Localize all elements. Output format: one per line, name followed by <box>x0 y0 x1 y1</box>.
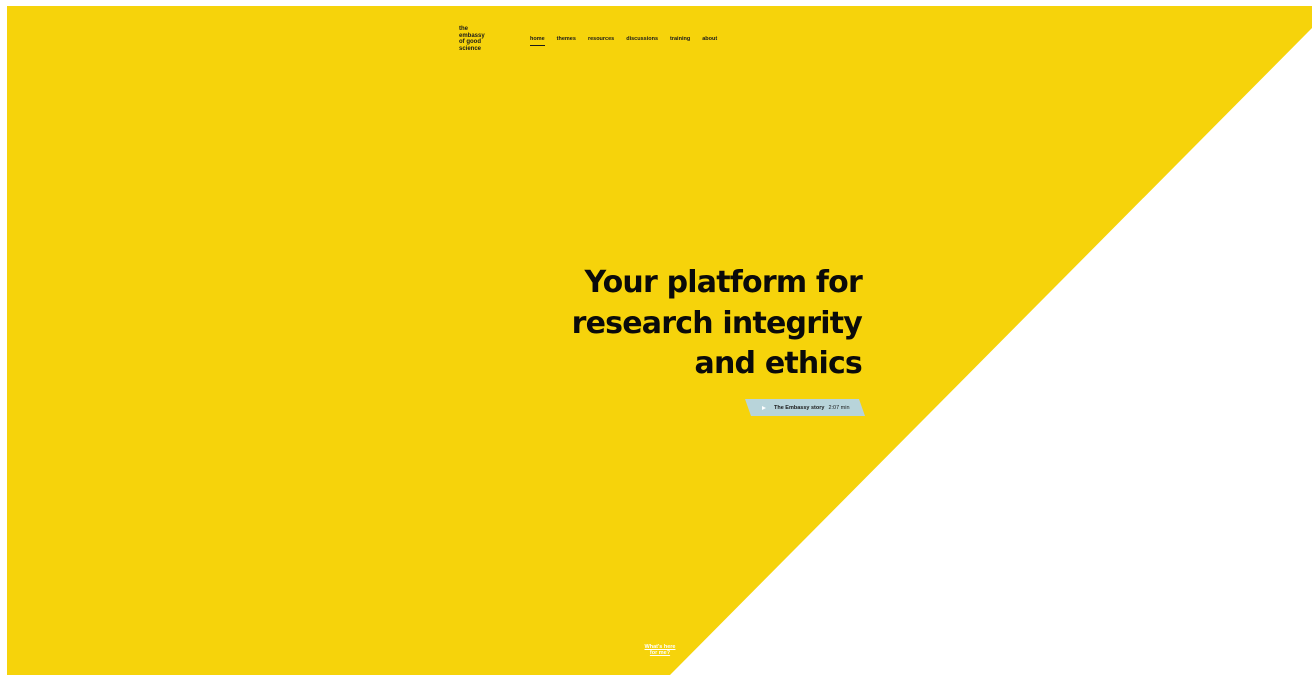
main-nav: home themes resources discussions traini… <box>530 36 717 46</box>
hero-title-line: Your platform for <box>584 265 862 300</box>
nav-item-home[interactable]: home <box>530 36 545 46</box>
logo-line: science <box>459 45 482 52</box>
whats-here-line: for me? <box>649 650 671 656</box>
hero-title-line: research integrity <box>571 305 863 341</box>
play-icon <box>762 405 766 410</box>
nav-item-about[interactable]: about <box>702 36 717 42</box>
nav-item-discussions[interactable]: discussions <box>626 36 658 42</box>
whats-here-for-me-link[interactable]: What's here for me? <box>639 644 681 656</box>
embassy-story-video-button[interactable]: The Embassy story 2:07 min <box>745 399 865 416</box>
site-logo[interactable]: the embassy of good science <box>459 26 499 52</box>
story-button-content: The Embassy story 2:07 min <box>762 399 850 416</box>
hero-title-line: and ethics <box>694 346 863 381</box>
hero-title: Your platform for research integrity and… <box>442 263 863 385</box>
nav-item-resources[interactable]: resources <box>588 36 614 42</box>
nav-item-themes[interactable]: themes <box>557 36 576 42</box>
nav-item-training[interactable]: training <box>670 36 690 42</box>
story-button-duration: 2:07 min <box>828 404 850 411</box>
page: the embassy of good science home themes … <box>7 6 1312 675</box>
story-button-label: The Embassy story <box>774 404 825 411</box>
